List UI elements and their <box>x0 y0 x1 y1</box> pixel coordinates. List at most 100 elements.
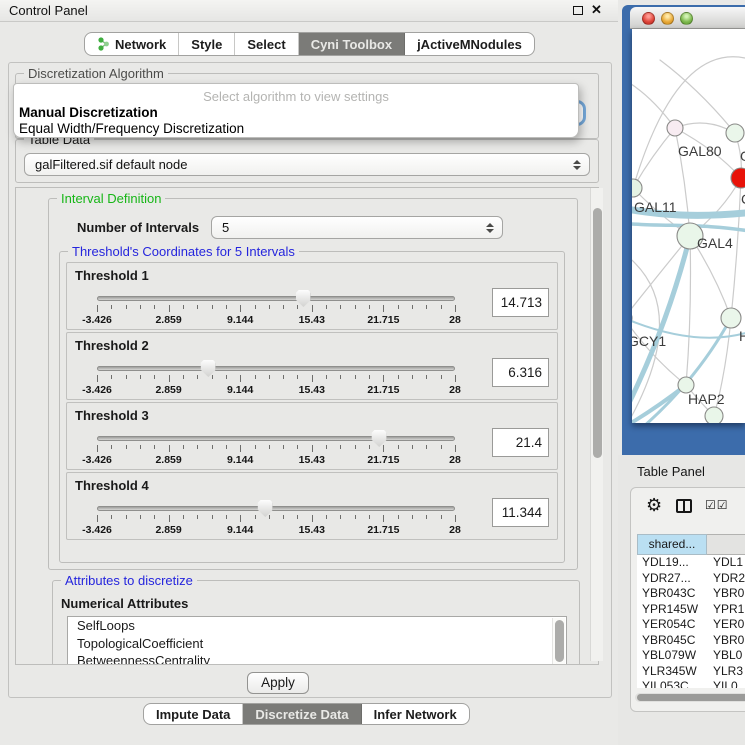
cell-name: YDL1 <box>707 555 745 571</box>
table-row[interactable]: YBL079WYBL0 <box>637 648 745 664</box>
table-row[interactable]: YLR345WYLR3 <box>637 664 745 680</box>
tab-discretize-data[interactable]: Discretize Data <box>243 704 361 724</box>
slider-track[interactable] <box>97 506 455 511</box>
node-label: GAL4 <box>697 235 733 251</box>
screen: Control Panel ✕ Network Style Select Cyn… <box>0 0 745 745</box>
algorithm-dropdown-popup: Select algorithm to view settings Manual… <box>13 83 579 138</box>
numerical-attributes-listbox[interactable]: SelfLoopsTopologicalCoefficientBetweenne… <box>67 616 567 665</box>
tab-infer-network[interactable]: Infer Network <box>362 704 469 724</box>
network-node <box>731 168 745 188</box>
network-node <box>632 179 642 197</box>
threshold-section-2: Threshold 2-3.4262.8599.14415.4321.71528… <box>66 332 558 400</box>
slider-ticks <box>97 375 455 383</box>
popup-option-manual-discretization[interactable]: Manual Discretization <box>19 105 158 120</box>
network-node <box>726 124 744 142</box>
attribute-list-item[interactable]: BetweennessCentrality <box>68 652 566 665</box>
numerical-attributes-label: Numerical Attributes <box>61 596 188 611</box>
interval-definition-label: Interval Definition <box>57 191 165 206</box>
popup-option-equal-width-frequency[interactable]: Equal Width/Frequency Discretization <box>19 121 244 136</box>
table-row[interactable]: YBR043CYBR0 <box>637 586 745 602</box>
network-canvas[interactable]: GAL80GACGAL11GAL4GCY1HHAP2 <box>632 29 745 423</box>
control-panel-tabs: Network Style Select Cyni Toolbox jActiv… <box>84 32 535 56</box>
threshold-value-field[interactable]: 21.4 <box>492 428 549 457</box>
thresholds-group: Threshold's Coordinates for 5 Intervals … <box>59 251 565 563</box>
thresholds-group-label: Threshold's Coordinates for 5 Intervals <box>68 244 299 259</box>
tab-impute-data[interactable]: Impute Data <box>144 704 243 724</box>
node-label: HAP2 <box>688 391 725 407</box>
table-row[interactable]: YIL053CYIL0 <box>637 679 745 688</box>
table-panel-card: ⚙ ☑☑ shared... na YDL19...YDL1YDR27...YD… <box>630 487 745 712</box>
number-of-intervals-combobox[interactable]: 5 <box>211 216 503 239</box>
tab-jactivemnodules-label: jActiveMNodules <box>417 37 522 52</box>
table-row[interactable]: YDL19...YDL1 <box>637 555 745 571</box>
threshold-value-field[interactable]: 6.316 <box>492 358 549 387</box>
split-columns-icon[interactable] <box>676 499 692 513</box>
table-row[interactable]: YBR045CYBR0 <box>637 633 745 649</box>
tab-network[interactable]: Network <box>85 33 179 55</box>
discretization-algorithm-label: Discretization Algorithm <box>24 66 168 81</box>
tab-style[interactable]: Style <box>179 33 235 55</box>
node-label: C <box>741 191 745 207</box>
cyni-toolbox-panel: Discretization Algorithm Select algorith… <box>8 62 612 698</box>
slider-track[interactable] <box>97 296 455 301</box>
threshold-title: Threshold 3 <box>75 408 149 423</box>
tab-cyni-toolbox-label: Cyni Toolbox <box>311 37 392 52</box>
settings-scroll-area: Interval Definition Number of Intervals … <box>15 187 599 665</box>
cell-name: YER0 <box>707 617 745 633</box>
table-row[interactable]: YPR145WYPR1 <box>637 602 745 618</box>
table-horizontal-scrollbar[interactable] <box>635 693 745 702</box>
network-icon <box>97 37 110 51</box>
tab-jactivemnodules[interactable]: jActiveMNodules <box>405 33 534 55</box>
table-header-row: shared... na <box>637 534 745 555</box>
close-traffic-light[interactable] <box>642 12 655 25</box>
tab-select[interactable]: Select <box>235 33 298 55</box>
cell-shared-name: YLR345W <box>637 664 707 680</box>
attribute-list-item[interactable]: TopologicalCoefficient <box>68 635 566 653</box>
table-data-combobox[interactable]: galFiltered.sif default node <box>24 153 590 176</box>
column-header-name[interactable]: na <box>707 534 745 555</box>
combo-arrows-icon <box>573 160 581 170</box>
slider-track[interactable] <box>97 436 455 441</box>
number-of-intervals-label: Number of Intervals <box>77 220 199 235</box>
slider-track[interactable] <box>97 366 455 371</box>
column-header-shared-name[interactable]: shared... <box>637 534 707 555</box>
close-icon[interactable]: ✕ <box>591 2 602 18</box>
settings-scrollbar-thumb[interactable] <box>593 208 602 458</box>
table-row[interactable]: YER054CYER0 <box>637 617 745 633</box>
attribute-list-item[interactable]: SelfLoops <box>68 617 566 635</box>
table-hscrollbar-thumb[interactable] <box>637 694 745 701</box>
threshold-value-field[interactable]: 11.344 <box>492 498 549 527</box>
slider-ticks <box>97 305 455 313</box>
list-scrollbar[interactable] <box>552 618 565 665</box>
cell-name: YBL0 <box>707 648 745 664</box>
network-node <box>667 120 683 136</box>
float-window-icon[interactable] <box>573 6 583 15</box>
settings-vertical-scrollbar[interactable] <box>590 188 603 661</box>
tab-infer-network-label: Infer Network <box>374 707 457 722</box>
network-view-window[interactable]: GAL80GACGAL11GAL4GCY1HHAP2 <box>622 5 745 455</box>
node-label: GAL11 <box>634 199 677 215</box>
network-window-titlebar[interactable] <box>630 7 745 29</box>
cyni-mode-tabs: Impute Data Discretize Data Infer Networ… <box>143 703 470 725</box>
cell-name: YDR2 <box>707 571 745 587</box>
list-scrollbar-thumb[interactable] <box>555 620 564 662</box>
table-row[interactable]: YDR27...YDR2 <box>637 571 745 587</box>
tab-style-label: Style <box>191 37 222 52</box>
control-panel-titlebar: Control Panel ✕ <box>0 0 618 22</box>
checkbox-icons[interactable]: ☑☑ <box>705 498 729 512</box>
table-data-value: galFiltered.sif default node <box>35 154 187 176</box>
network-canvas-svg: GAL80GACGAL11GAL4GCY1HHAP2 <box>632 29 745 423</box>
table-panel-title: Table Panel <box>637 464 705 479</box>
slider-tick-labels: -3.4262.8599.14415.4321.71528 <box>97 454 455 466</box>
tab-cyni-toolbox[interactable]: Cyni Toolbox <box>299 33 405 55</box>
apply-button[interactable]: Apply <box>247 672 309 694</box>
zoom-traffic-light[interactable] <box>680 12 693 25</box>
node-label: GAL80 <box>678 143 722 159</box>
minimize-traffic-light[interactable] <box>661 12 674 25</box>
combo-arrows-icon <box>486 223 494 233</box>
table-panel: Table Panel ⚙ ☑☑ shared... na YDL19...YD… <box>618 455 745 745</box>
slider-tick-labels: -3.4262.8599.14415.4321.71528 <box>97 314 455 326</box>
gear-icon[interactable]: ⚙ <box>646 495 662 516</box>
threshold-value-field[interactable]: 14.713 <box>492 288 549 317</box>
cell-shared-name: YER054C <box>637 617 707 633</box>
